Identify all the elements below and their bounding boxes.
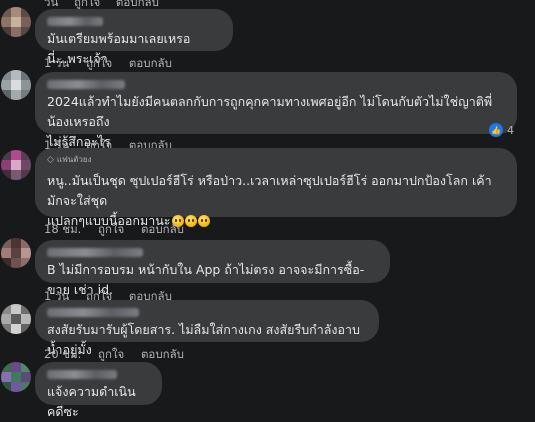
like-button[interactable]: ถูกใจ xyxy=(98,222,124,236)
comment-actions: 1 วัน ถูกใจ ตอบกลับ xyxy=(44,55,185,73)
comment-bubble: B ไม่มีการอบรม หน้ากับใน App ถ้าไม่ตรง อ… xyxy=(35,240,390,297)
reply-button[interactable]: ตอบกลับ xyxy=(141,222,184,236)
avatar[interactable] xyxy=(1,362,31,392)
top-fan-badge: ◇ แฟนตัวยง xyxy=(47,153,505,166)
reaction-count: 4 xyxy=(507,123,514,137)
badge-label: แฟนตัวยง xyxy=(56,155,92,164)
comment-bubble: แจ้งความดำเนินคดีซะ xyxy=(35,362,162,419)
comment-time: วัน xyxy=(44,0,59,9)
like-button[interactable]: ถูกใจ xyxy=(98,347,124,361)
diamond-icon: ◇ xyxy=(47,154,54,165)
comment-text: แจ้งความดำเนินคดีซะ xyxy=(47,384,136,419)
comment-time[interactable]: 18 ชม. xyxy=(44,222,81,236)
commenter-name[interactable] xyxy=(47,246,378,259)
avatar[interactable] xyxy=(1,150,31,180)
thumbs-up-icon: 👍 xyxy=(489,123,503,137)
avatar[interactable] xyxy=(1,7,31,37)
reply-button[interactable]: ตอบกลับ xyxy=(116,0,159,9)
avatar[interactable] xyxy=(1,304,31,334)
comment-bubble: มันเตรียมพร้อมมาเลยเหรอนี่...พระเจ้า xyxy=(35,9,233,66)
previous-comment-actions: วัน ถูกใจ ตอบกลับ xyxy=(44,0,171,9)
comment-bubble: สงสัยรับมารับผู้โดยสาร. ไม่ลืมใส่กางเกง … xyxy=(35,300,379,357)
avatar[interactable] xyxy=(1,238,31,268)
like-button[interactable]: ถูกใจ xyxy=(86,56,112,70)
like-button[interactable]: ถูกใจ xyxy=(74,0,100,9)
reply-button[interactable]: ตอบกลับ xyxy=(129,56,172,70)
comment-bubble: ◇ แฟนตัวยง หนู..มันเป็นชุด ซุปเปอร์ฮีโร่… xyxy=(35,148,517,228)
avatar[interactable] xyxy=(1,70,31,100)
reaction-summary[interactable]: 👍 4 xyxy=(489,123,514,137)
commenter-name[interactable] xyxy=(47,368,150,381)
commenter-name[interactable] xyxy=(47,78,505,91)
comment-time[interactable]: 20 ชม. xyxy=(44,347,81,361)
commenter-name[interactable] xyxy=(47,306,367,319)
comment-time[interactable]: 1 วัน xyxy=(44,56,69,70)
comment-actions: 18 ชม. ถูกใจ ตอบกลับ xyxy=(44,221,197,239)
emoji-icon xyxy=(197,215,210,227)
reply-button[interactable]: ตอบกลับ xyxy=(141,347,184,361)
commenter-name[interactable] xyxy=(47,15,221,28)
comment-bubble: 2024แล้วทำไมยังมีคนตลกกับการถูกคุกคามทาง… xyxy=(35,72,517,149)
